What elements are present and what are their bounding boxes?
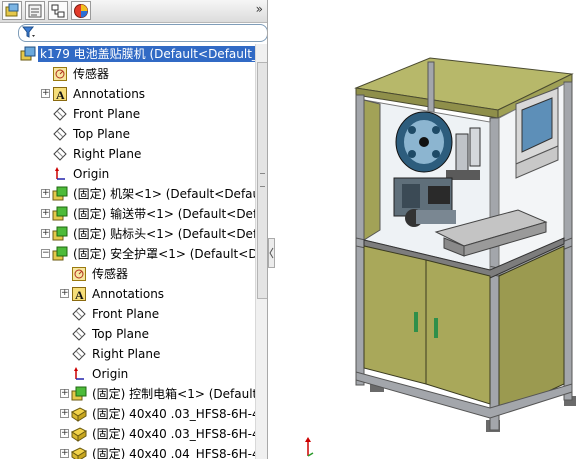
- expand-node-button[interactable]: +: [41, 209, 50, 218]
- tree-row[interactable]: + (固定) 控制电箱<1> (Default<D: [0, 384, 255, 404]
- tree-node-label[interactable]: (固定) 40x40 .04_HFS8-6H-4040: [90, 446, 255, 459]
- tree-node-label[interactable]: (固定) 控制电箱<1> (Default<D: [90, 386, 255, 402]
- subassembly-icon: [52, 206, 68, 222]
- configuration-manager-tab[interactable]: [48, 1, 68, 20]
- tree-node-label[interactable]: Right Plane: [90, 346, 162, 362]
- expand-node-button[interactable]: +: [60, 449, 69, 458]
- plane-icon: [71, 306, 87, 322]
- door-handle-left: [414, 312, 418, 332]
- subassembly-icon: [52, 186, 68, 202]
- graphics-viewport[interactable]: [276, 0, 586, 459]
- tree-row[interactable]: Origin: [0, 364, 255, 384]
- part-icon: [71, 426, 88, 442]
- part-icon: [71, 406, 88, 422]
- feature-manager-panel: » k179 电池盖贴膜机 (Default<Default_D 传感器 + A Ann…: [0, 0, 268, 459]
- tree-row[interactable]: Right Plane: [0, 344, 255, 364]
- tree-node-label[interactable]: Top Plane: [90, 326, 151, 342]
- filter-input[interactable]: [18, 24, 267, 42]
- subassembly-icon: [71, 386, 87, 402]
- display-manager-tab[interactable]: [71, 1, 91, 20]
- panel-splitter-handle[interactable]: [268, 238, 275, 268]
- subassembly-icon: [52, 226, 68, 242]
- feature-manager-tab[interactable]: [2, 1, 22, 20]
- tree-node-label[interactable]: (固定) 40x40 .03_HFS8-6H-4040: [90, 426, 255, 442]
- expand-node-button[interactable]: +: [41, 189, 50, 198]
- property-manager-tab[interactable]: [25, 1, 45, 20]
- tree-node-label[interactable]: (固定) 贴标头<1> (Default<Default: [71, 226, 255, 242]
- plane-icon: [52, 146, 68, 162]
- annotations-icon: A: [52, 86, 68, 102]
- machine-3d-model[interactable]: [276, 0, 586, 459]
- tree-row[interactable]: + (固定) 机架<1> (Default<Default_D: [0, 184, 255, 204]
- expand-node-button[interactable]: +: [60, 289, 69, 298]
- subassembly-icon: [52, 246, 68, 262]
- tree-node-label[interactable]: (固定) 安全护罩<1> (Default<Defau: [71, 246, 255, 262]
- tree-row[interactable]: − (固定) 安全护罩<1> (Default<Defau: [0, 244, 255, 264]
- svg-text:A: A: [75, 288, 84, 302]
- feature-tree: k179 电池盖贴膜机 (Default<Default_D 传感器 + A Annot…: [0, 44, 255, 459]
- expand-node-button[interactable]: +: [60, 429, 69, 438]
- expand-node-button[interactable]: +: [60, 389, 69, 398]
- tree-row[interactable]: Front Plane: [0, 104, 255, 124]
- svg-text:A: A: [56, 88, 65, 102]
- expand-node-button[interactable]: +: [41, 89, 50, 98]
- label-reel: [395, 111, 453, 173]
- sensor-icon: [52, 66, 68, 82]
- origin-triad-icon: [302, 436, 314, 461]
- expand-panel-button[interactable]: »: [256, 2, 263, 16]
- scrollbar-thumb[interactable]: [257, 62, 267, 299]
- tree-row[interactable]: + (固定) 40x40 .04_HFS8-6H-4040: [0, 444, 255, 459]
- tree-row[interactable]: 传感器: [0, 64, 255, 84]
- tree-row[interactable]: + A Annotations: [0, 84, 255, 104]
- tree-node-label[interactable]: Front Plane: [90, 306, 161, 322]
- tree-row[interactable]: Top Plane: [0, 324, 255, 344]
- plane-icon: [71, 346, 87, 362]
- tree-node-label[interactable]: 传感器: [71, 66, 111, 82]
- tree-node-label[interactable]: k179 电池盖贴膜机 (Default<Default_D: [38, 46, 255, 62]
- tree-row[interactable]: + (固定) 输送带<1> (Default<Default: [0, 204, 255, 224]
- tree-row[interactable]: k179 电池盖贴膜机 (Default<Default_D: [0, 44, 255, 64]
- tree-node-label[interactable]: Front Plane: [71, 106, 142, 122]
- tree-row[interactable]: Right Plane: [0, 144, 255, 164]
- tree-node-label[interactable]: Right Plane: [71, 146, 143, 162]
- tree-row[interactable]: Origin: [0, 164, 255, 184]
- manager-tab-bar: »: [0, 0, 267, 23]
- tree-row[interactable]: Top Plane: [0, 124, 255, 144]
- tree-row[interactable]: + A Annotations: [0, 284, 255, 304]
- tree-node-label[interactable]: Top Plane: [71, 126, 132, 142]
- expand-node-button[interactable]: +: [41, 229, 50, 238]
- tree-node-label[interactable]: Annotations: [90, 286, 166, 302]
- door-handle-right: [434, 318, 438, 338]
- tree-node-label[interactable]: 传感器: [90, 266, 130, 282]
- tree-row[interactable]: Front Plane: [0, 304, 255, 324]
- sensor-icon: [71, 266, 87, 282]
- assembly-icon: [20, 46, 36, 62]
- plane-icon: [71, 326, 87, 342]
- tree-row[interactable]: 传感器: [0, 264, 255, 284]
- filter-bar: [0, 23, 267, 43]
- part-icon: [71, 446, 88, 459]
- origin-icon: [52, 166, 68, 182]
- origin-icon: [71, 366, 87, 382]
- collapse-node-button[interactable]: −: [41, 249, 50, 258]
- tree-row[interactable]: + (固定) 40x40 .03_HFS8-6H-4040: [0, 424, 255, 444]
- scrollbar-grip: [260, 173, 265, 187]
- vertical-scrollbar[interactable]: [255, 44, 267, 459]
- tree-node-label[interactable]: Annotations: [71, 86, 147, 102]
- tree-row[interactable]: + (固定) 40x40 .03_HFS8-6H-4040: [0, 404, 255, 424]
- plane-icon: [52, 126, 68, 142]
- plane-icon: [52, 106, 68, 122]
- tree-node-label[interactable]: (固定) 输送带<1> (Default<Default: [71, 206, 255, 222]
- tree-row[interactable]: + (固定) 贴标头<1> (Default<Default: [0, 224, 255, 244]
- annotations-icon: A: [71, 286, 87, 302]
- tree-node-label[interactable]: Origin: [71, 166, 111, 182]
- filter-icon[interactable]: [21, 26, 36, 41]
- tree-node-label[interactable]: Origin: [90, 366, 130, 382]
- tree-node-label[interactable]: (固定) 40x40 .03_HFS8-6H-4040: [90, 406, 255, 422]
- tree-node-label[interactable]: (固定) 机架<1> (Default<Default_D: [71, 186, 255, 202]
- expand-node-button[interactable]: +: [60, 409, 69, 418]
